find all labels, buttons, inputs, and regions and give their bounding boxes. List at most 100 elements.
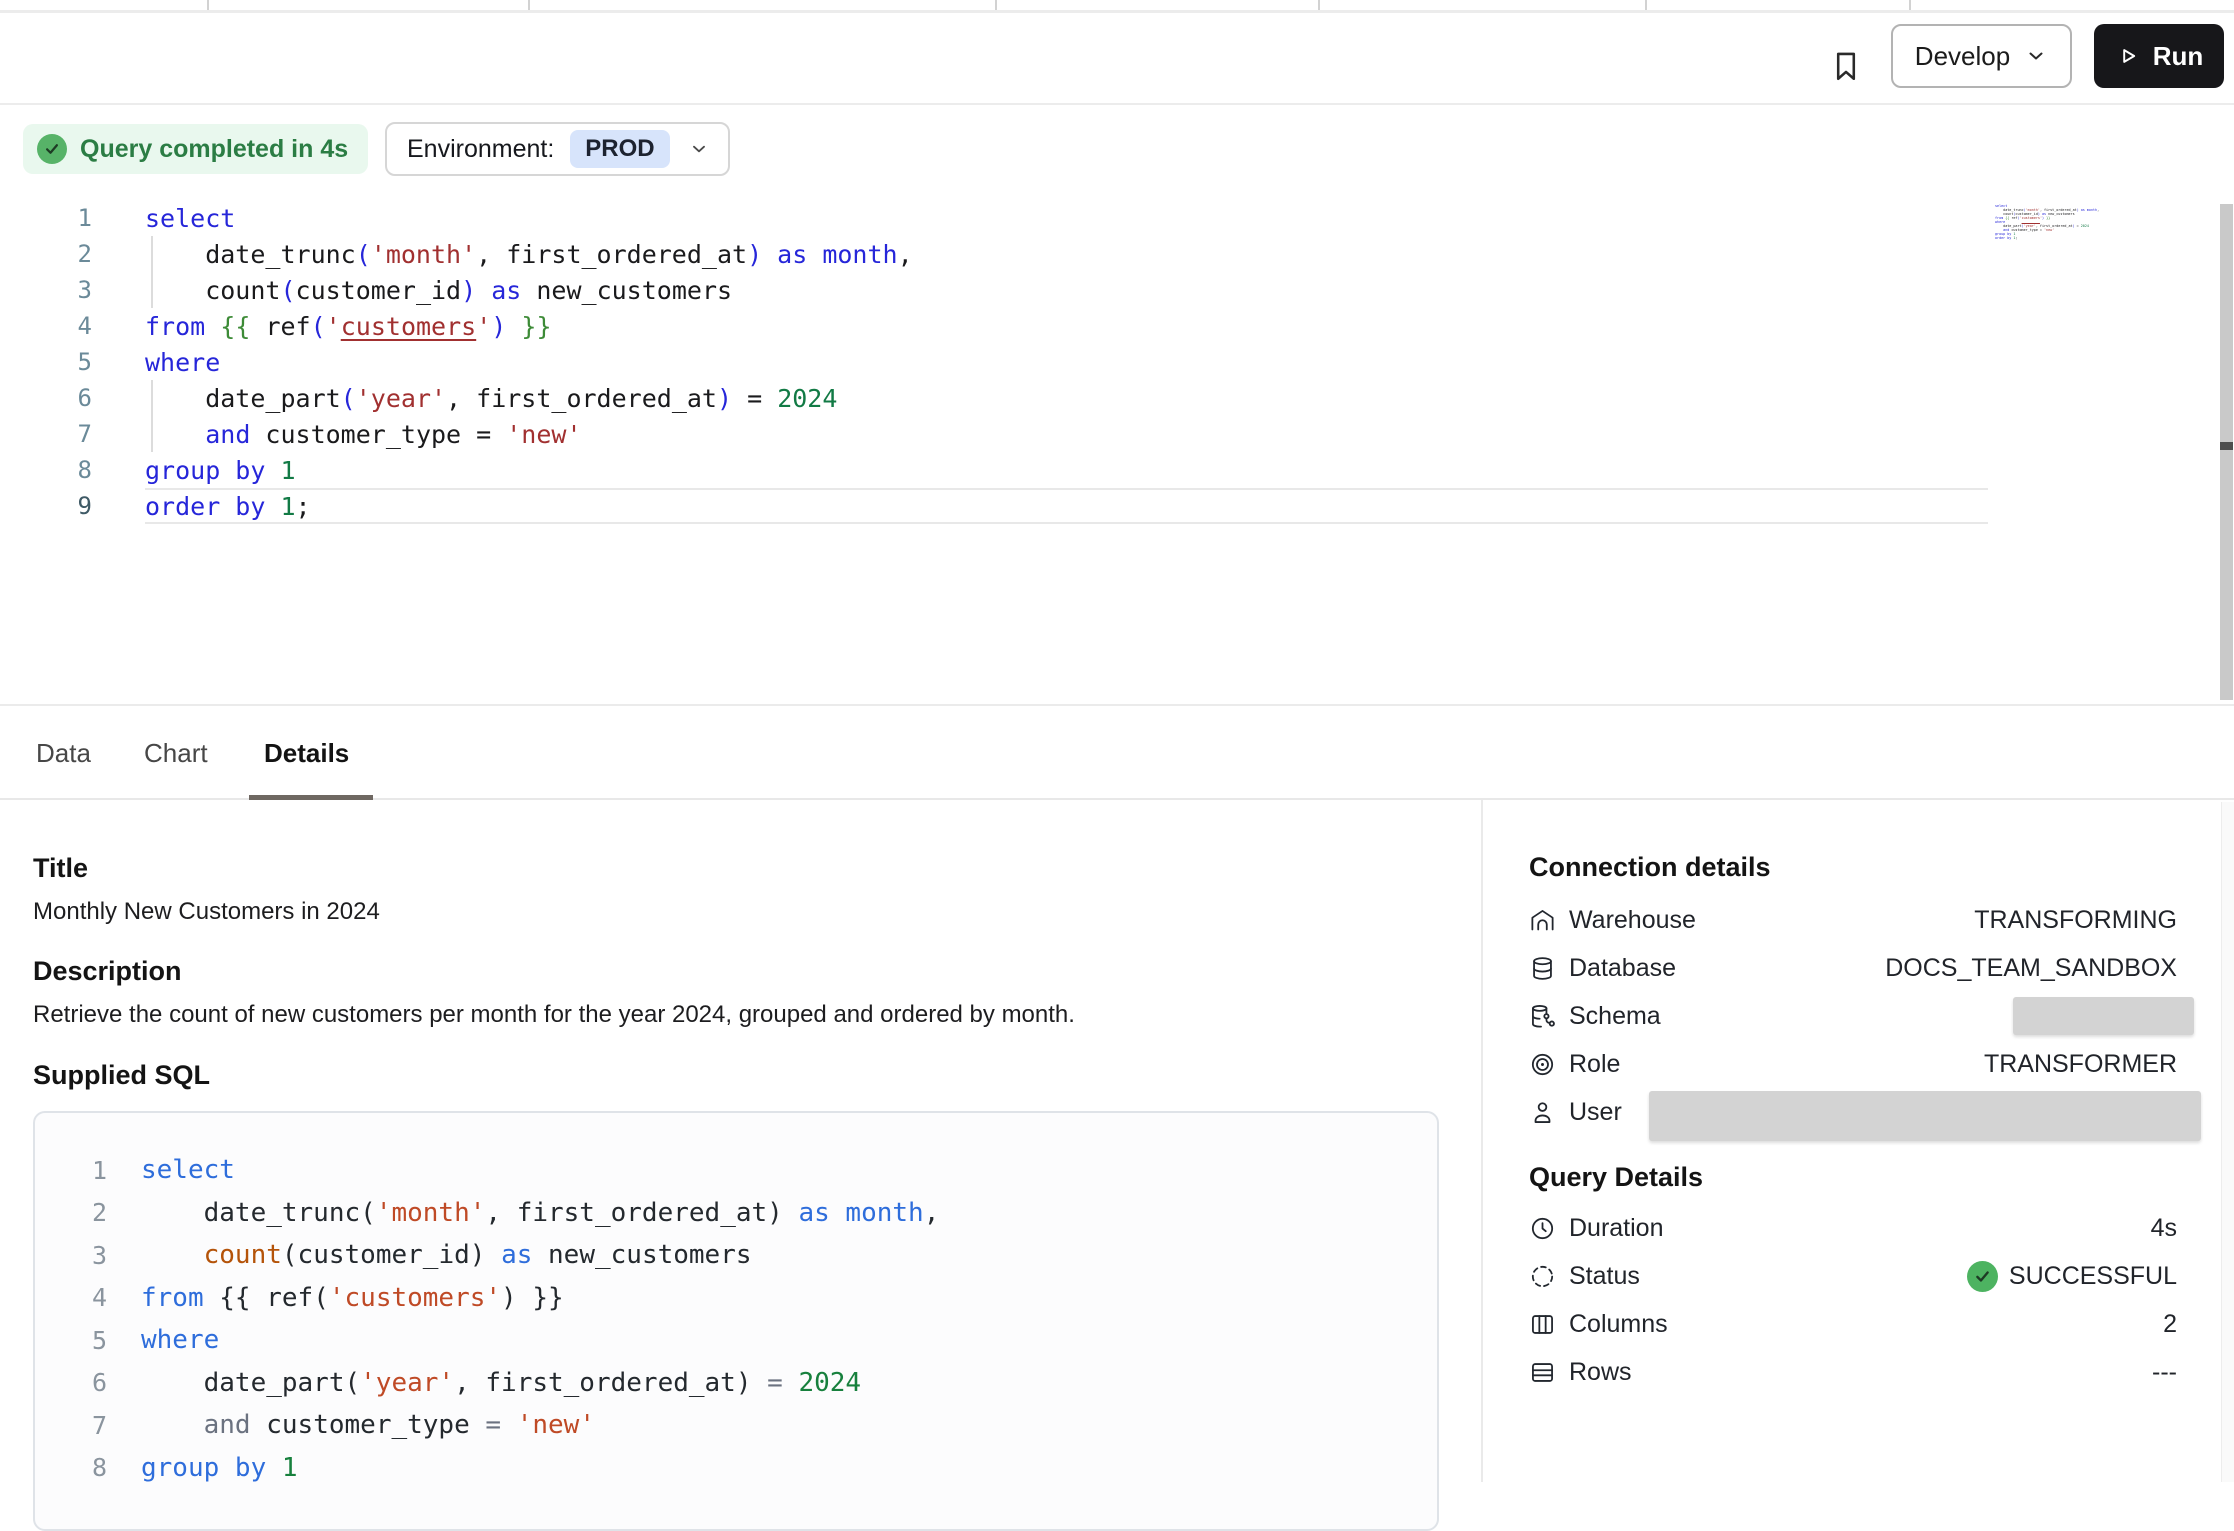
line-number: 8 [65,1453,107,1482]
role-icon [1529,1051,1556,1078]
query-details-rows: Duration 4s Status SUCCESSFUL Columns2 Rows --… [1529,1204,2177,1396]
connection-details-heading: Connection details [1529,852,2177,896]
code-line: 5where [0,344,1988,380]
row-label-text: Columns [1569,1310,1668,1339]
line-number: 7 [0,420,92,448]
status-row: Status SUCCESSFUL [1529,1252,2177,1300]
code-line: 4from {{ ref('customers') }} [0,308,1988,344]
tab-divider [1318,0,1320,10]
tab-details[interactable]: Details [264,738,349,769]
query-ide-page: { "toolbar": { "develop_label": "Develop… [0,0,2234,1482]
database-icon [1529,955,1556,982]
code-text: where [141,1325,219,1355]
code-text: select [145,200,1988,236]
columns-row: Columns2 [1529,1300,2177,1348]
line-number: 1 [0,204,92,232]
code-text: date_part('year', first_ordered_at) = 20… [141,1368,861,1398]
row-label-text: User [1569,1098,1622,1127]
row-label-text: Role [1569,1050,1620,1079]
rows-value: --- [2152,1358,2177,1387]
row-value-text: SUCCESSFUL [2009,1262,2177,1291]
row-label: Role [1529,1050,1620,1079]
schema-row: Schema [1529,992,2177,1040]
query-status-text: Query completed in 4s [80,135,348,164]
duration-icon [1529,1215,1556,1242]
code-text: date_trunc('month', first_ordered_at) as… [141,1198,939,1228]
schema-icon [1529,1003,1556,1030]
line-number: 3 [65,1241,107,1270]
user-redacted-block [1649,1091,2201,1141]
tab-data[interactable]: Data [36,738,91,769]
code-line: 7 and customer_type = 'new' [65,1404,1437,1447]
environment-select[interactable]: Environment: PROD [385,122,730,176]
code-line: 3 count(customer_id) as new_customers [0,272,1988,308]
row-label-text: Warehouse [1569,906,1696,935]
run-label: Run [2153,41,2204,72]
user-row: User [1529,1088,2177,1136]
play-icon [2115,43,2141,69]
editor-minimap[interactable]: select date_trunc('month', first_ordered… [1995,204,2107,252]
toolbar: Develop Run [0,13,2234,105]
line-number: 7 [65,1411,107,1440]
row-label: Schema [1529,1002,1661,1031]
row-label: Status [1529,1262,1640,1291]
code-line: 6 date_part('year', first_ordered_at) = … [65,1362,1437,1405]
editor-scrollbar[interactable] [2220,204,2233,700]
code-text: count(customer_id) as new_customers [145,272,1988,308]
line-number: 2 [65,1198,107,1227]
row-value-text: 4s [2151,1214,2177,1243]
bookmark-button[interactable] [1818,37,1874,97]
row-value-text: TRANSFORMER [1984,1050,2177,1079]
row-label-text: Rows [1569,1358,1632,1387]
warehouse-value: TRANSFORMING [1974,906,2177,935]
code-text: and customer_type = 'new' [145,416,1988,452]
columns-icon [1529,1311,1556,1338]
code-line: 6 date_part('year', first_ordered_at) = … [0,380,1988,416]
warehouse-icon [1529,907,1556,934]
role-row: Role TRANSFORMER [1529,1040,2177,1088]
develop-label: Develop [1915,41,2010,72]
code-text: group by 1 [145,452,1988,488]
editor-code[interactable]: 1select2 date_trunc('month', first_order… [0,200,1988,524]
code-line: 9 order by 1; [0,488,1988,524]
run-button[interactable]: Run [2094,24,2224,88]
rows-icon [1529,1359,1556,1386]
code-line: 1select [65,1149,1437,1192]
bookmark-icon [1829,46,1863,89]
details-side-panel: Connection details Warehouse TRANSFORMING… [1481,800,2234,1482]
top-tab-strip [0,0,2234,10]
row-label: Database [1529,954,1676,983]
row-label: Rows [1529,1358,1632,1387]
code-line: 4from {{ ref('customers') }} [65,1277,1437,1320]
code-text: group by 1 [141,1453,298,1483]
tab-chart[interactable]: Chart [144,738,208,769]
description-value: Retrieve the count of new customers per … [33,1001,1075,1029]
success-check-icon [1967,1261,1998,1292]
code-line: 2 date_trunc('month', first_ordered_at) … [65,1192,1437,1235]
row-label: User [1529,1098,1622,1127]
database-value: DOCS_TEAM_SANDBOX [1885,954,2177,983]
environment-value-chip: PROD [570,130,669,168]
sql-editor[interactable]: 1select2 date_trunc('month', first_order… [0,190,2234,704]
panel-scrollbar-gutter[interactable] [2221,802,2234,1482]
tab-divider [528,0,530,10]
develop-dropdown-button[interactable]: Develop [1891,24,2072,88]
active-tab-underline [249,795,373,800]
line-number: 6 [65,1368,107,1397]
title-value: Monthly New Customers in 2024 [33,898,380,926]
line-number: 6 [0,384,92,412]
line-number: 9 [0,492,92,520]
code-text: order by 1; [145,488,1988,524]
code-text: count(customer_id) as new_customers [141,1240,752,1270]
code-text: from {{ ref('customers') }} [145,308,1988,344]
code-line: 5where [65,1319,1437,1362]
code-line: order by 1; [1995,236,2107,240]
role-value: TRANSFORMER [1984,1050,2177,1079]
line-number: 1 [65,1156,107,1185]
supplied-sql-heading: Supplied SQL [33,1060,210,1091]
code-text: date_trunc('month', first_ordered_at) as… [145,236,1988,272]
chevron-down-icon [688,138,710,160]
row-label-text: Duration [1569,1214,1664,1243]
line-number: 8 [0,456,92,484]
user-icon [1529,1099,1556,1126]
